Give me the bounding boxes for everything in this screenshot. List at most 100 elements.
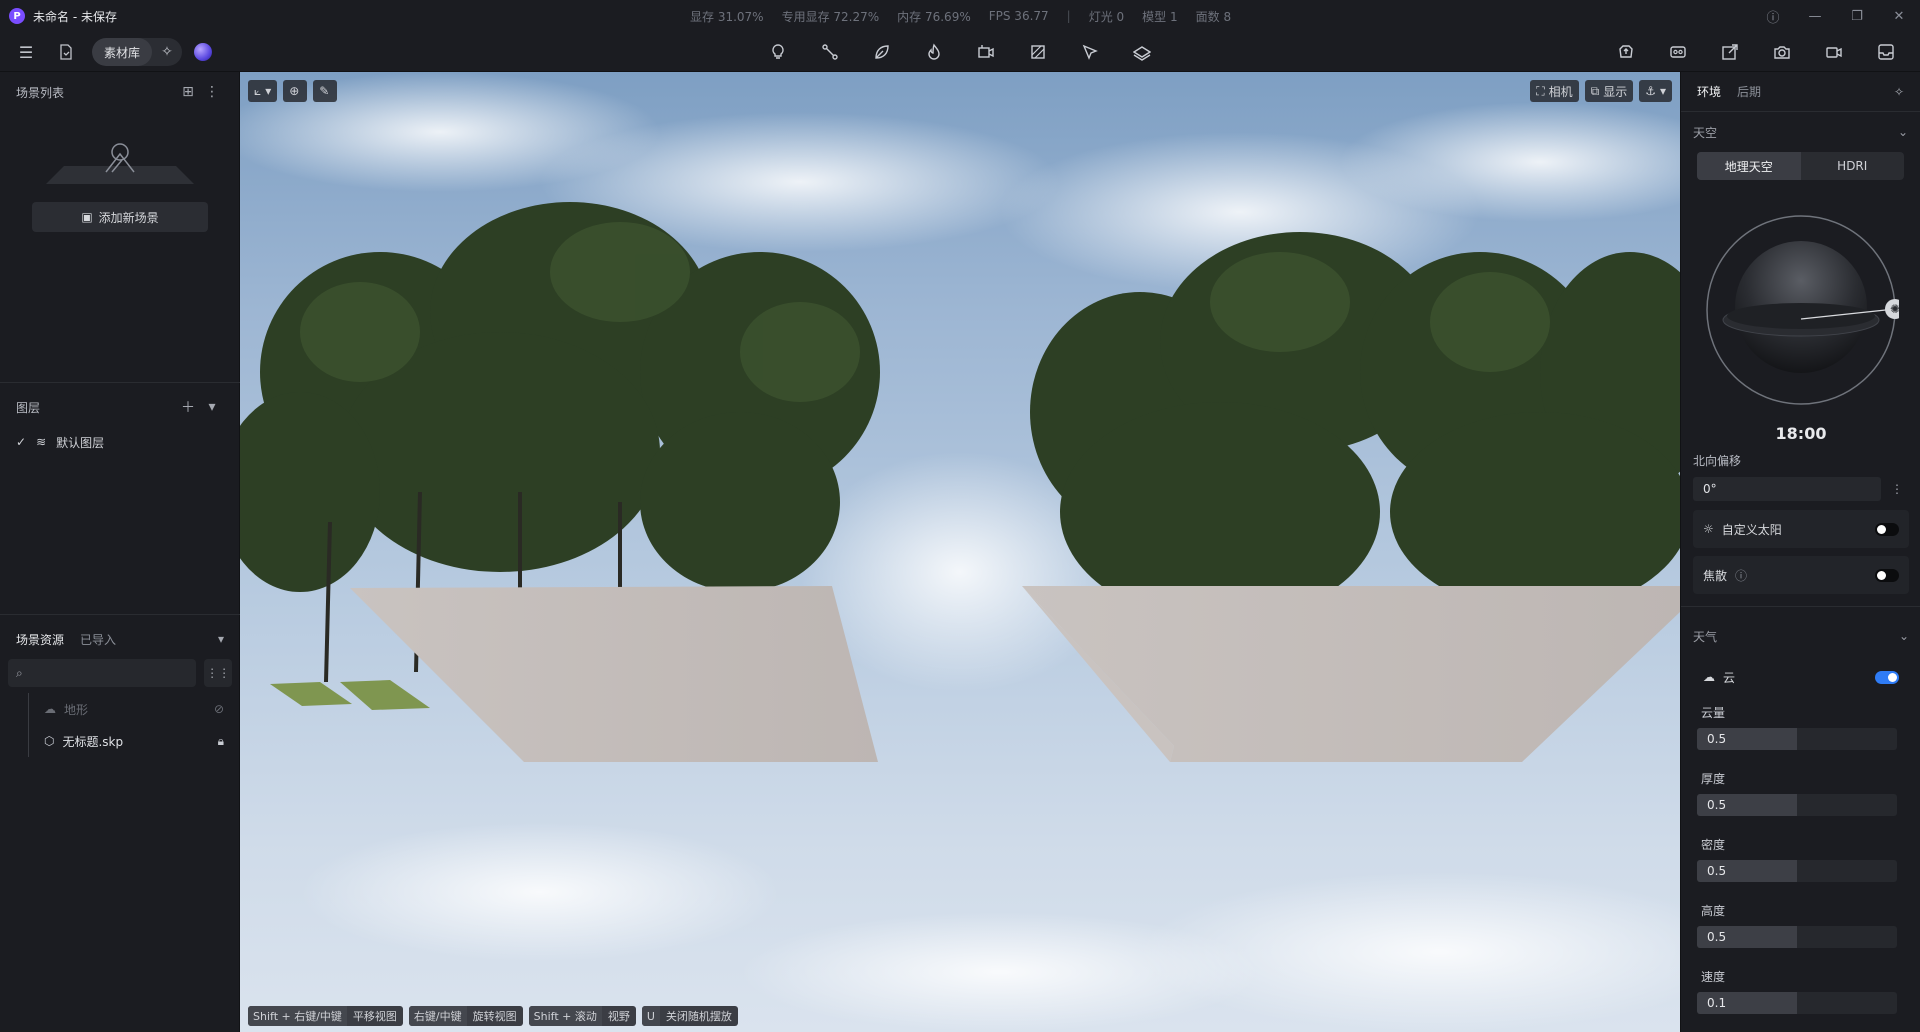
caustics-row: 焦散 ⓘ (1693, 556, 1909, 594)
library-button[interactable]: 素材库 (92, 38, 153, 66)
cube-icon: ⬡ (44, 734, 55, 748)
fire-icon[interactable] (916, 38, 952, 66)
tree-item-label: 地形 (64, 702, 89, 717)
ai-sparkle-icon[interactable]: ✧ (152, 44, 182, 60)
grid-view-icon[interactable]: ⋮⋮ (204, 659, 232, 687)
stat-models: 模型 1 (1142, 9, 1178, 24)
close-icon[interactable]: ✕ (1878, 9, 1920, 24)
animation-camera-icon[interactable] (968, 38, 1004, 66)
path-tool-icon[interactable] (812, 38, 848, 66)
divider (0, 382, 240, 383)
globe-icon[interactable]: ⊕ (283, 80, 308, 102)
slider-value: 0.5 (1707, 864, 1727, 878)
tree-item-model[interactable]: ⬡ 无标题.skp 🔒︎ (0, 725, 240, 757)
thickness-label: 厚度 (1701, 772, 1726, 786)
custom-sun-toggle[interactable] (1875, 522, 1899, 536)
collapse-assets-icon[interactable]: ▾ (218, 632, 224, 646)
pointer-tool-icon[interactable] (1072, 38, 1108, 66)
cloud-amount-slider[interactable]: 0.5 (1697, 728, 1897, 750)
scene-render (240, 72, 1680, 1032)
magic-wand-icon[interactable]: ✧ (1894, 85, 1904, 99)
check-icon[interactable]: ✓ (16, 435, 26, 449)
layer-label: 默认图层 (56, 435, 105, 450)
restore-icon[interactable]: ❐ (1836, 9, 1878, 24)
sky-mode-hdri[interactable]: HDRI (1801, 152, 1905, 180)
tab-imported[interactable]: 已导入 (80, 631, 116, 648)
transform-mode-button[interactable]: ⟀ ▾ (248, 80, 278, 102)
leaf-icon[interactable] (864, 38, 900, 66)
minimize-icon[interactable]: — (1794, 9, 1836, 24)
scene-assets-section: 场景资源 已导入 ▾ ⌕ ⋮⋮ ☁ 地形 ⊘ ⬡ 无标题.skp 🔒︎ (0, 619, 240, 1019)
slider-value: 0.5 (1707, 732, 1727, 746)
render-video-icon[interactable] (1816, 38, 1852, 66)
add-layer-icon[interactable]: ＋ (176, 397, 200, 417)
sun-icon: ☼ (1703, 522, 1714, 536)
layers-stack-icon: ≋ (36, 435, 47, 449)
more-options-icon[interactable]: ⋮ (200, 84, 224, 100)
chevron-down-icon[interactable]: ⌄ (1898, 125, 1908, 139)
cloud-row: ☁ 云 (1693, 658, 1909, 696)
density-slider[interactable]: 0.5 (1697, 860, 1897, 882)
search-input[interactable] (28, 666, 179, 680)
section-plane-icon[interactable] (1020, 38, 1056, 66)
performance-stats: 显存 31.07% 专用显存 72.27% 内存 76.69% FPS 36.7… (690, 0, 1231, 32)
add-scene-icon[interactable]: ⊞ (176, 84, 200, 100)
scene-thumbnail-icon[interactable] (36, 132, 204, 184)
collapse-layers-icon[interactable]: ▾ (200, 399, 224, 415)
speed-slider[interactable]: 0.1 (1697, 992, 1897, 1014)
scene-list-section: 场景列表 ⊞ ⋮ ▣ 添加新场景 (0, 72, 240, 382)
light-bulb-icon[interactable] (760, 38, 796, 66)
display-icon: ⧉ (1590, 83, 1600, 98)
cloud-toggle[interactable] (1875, 670, 1899, 684)
camera-frame-icon: ⛶ (1536, 83, 1545, 98)
cloud-icon: ☁ (1703, 670, 1715, 684)
window-title: 未命名 - 未保存 (33, 9, 117, 24)
stat-dedicated-vram: 专用显存 72.27% (781, 9, 880, 24)
camera-button[interactable]: ⛶ 相机 (1530, 80, 1579, 102)
eye-hidden-icon[interactable]: ⊘ (214, 702, 224, 716)
thickness-slider[interactable]: 0.5 (1697, 794, 1897, 816)
help-circle-icon[interactable]: ⓘ (1735, 567, 1747, 584)
navigation-mode-button[interactable]: ⚓︎ ▾ (1639, 80, 1672, 102)
chevron-down-icon[interactable]: ⌄ (1899, 629, 1909, 643)
upload-cloud-icon[interactable] (1608, 38, 1644, 66)
sun-position-dial[interactable]: ✺ (1703, 212, 1899, 408)
eyedropper-icon[interactable]: ✎ (313, 80, 338, 102)
help-icon[interactable]: ⓘ (1752, 7, 1794, 26)
height-slider[interactable]: 0.5 (1697, 926, 1897, 948)
ground-plane-icon[interactable] (1124, 38, 1160, 66)
lock-icon[interactable]: 🔒︎ (218, 734, 224, 749)
cloud-label: 云 (1723, 670, 1736, 685)
file-sync-icon[interactable] (52, 38, 80, 66)
divider (1681, 606, 1920, 607)
hint-random-placement: U 关闭随机摆放 (641, 1006, 738, 1026)
north-offset-input[interactable]: 0° (1693, 477, 1881, 501)
tree-item-terrain[interactable]: ☁ 地形 ⊘ (0, 693, 240, 725)
slider-value: 0.5 (1707, 798, 1727, 812)
panorama-icon[interactable] (1660, 38, 1696, 66)
stat-lights: 灯光 0 (1088, 9, 1125, 24)
stat-fps: FPS 36.77 (988, 9, 1049, 23)
tab-environment[interactable]: 环境 (1697, 83, 1721, 100)
export-icon[interactable] (1712, 38, 1748, 66)
menu-icon[interactable]: ☰ (12, 38, 40, 66)
svg-text:✺: ✺ (1890, 302, 1899, 316)
more-options-icon[interactable]: ⋮ (1887, 477, 1907, 501)
display-button[interactable]: ⧉ 显示 (1584, 80, 1634, 102)
caustics-toggle[interactable] (1875, 568, 1899, 582)
left-panel: 场景列表 ⊞ ⋮ ▣ 添加新场景 图层 ＋ ▾ ✓ ≋ 默认图层 场景资源 已导… (0, 72, 240, 1032)
add-new-scene-button[interactable]: ▣ 添加新场景 (32, 202, 208, 232)
render-photo-icon[interactable] (1764, 38, 1800, 66)
sky-mode-geo[interactable]: 地理天空 (1697, 152, 1801, 180)
hint-rotate: 右键/中键 旋转视图 (408, 1006, 523, 1026)
hint-pan: Shift + 右键/中键 平移视图 (248, 1006, 403, 1026)
ai-orb-icon[interactable] (194, 43, 213, 61)
slider-value: 0.5 (1707, 930, 1727, 944)
inbox-icon[interactable] (1868, 38, 1904, 66)
app-logo-icon: P (9, 8, 25, 24)
tab-scene-assets[interactable]: 场景资源 (16, 631, 64, 648)
layer-item[interactable]: ✓ ≋ 默认图层 (0, 427, 240, 457)
sky-mode-switch: 地理天空 HDRI (1697, 152, 1904, 180)
tab-post[interactable]: 后期 (1737, 83, 1761, 100)
3d-viewport[interactable]: ⟀ ▾ ⊕ ✎ ⛶ 相机 ⧉ 显示 ⚓︎ ▾ Shift + 右键/中键 平移视图 … (240, 72, 1680, 1032)
